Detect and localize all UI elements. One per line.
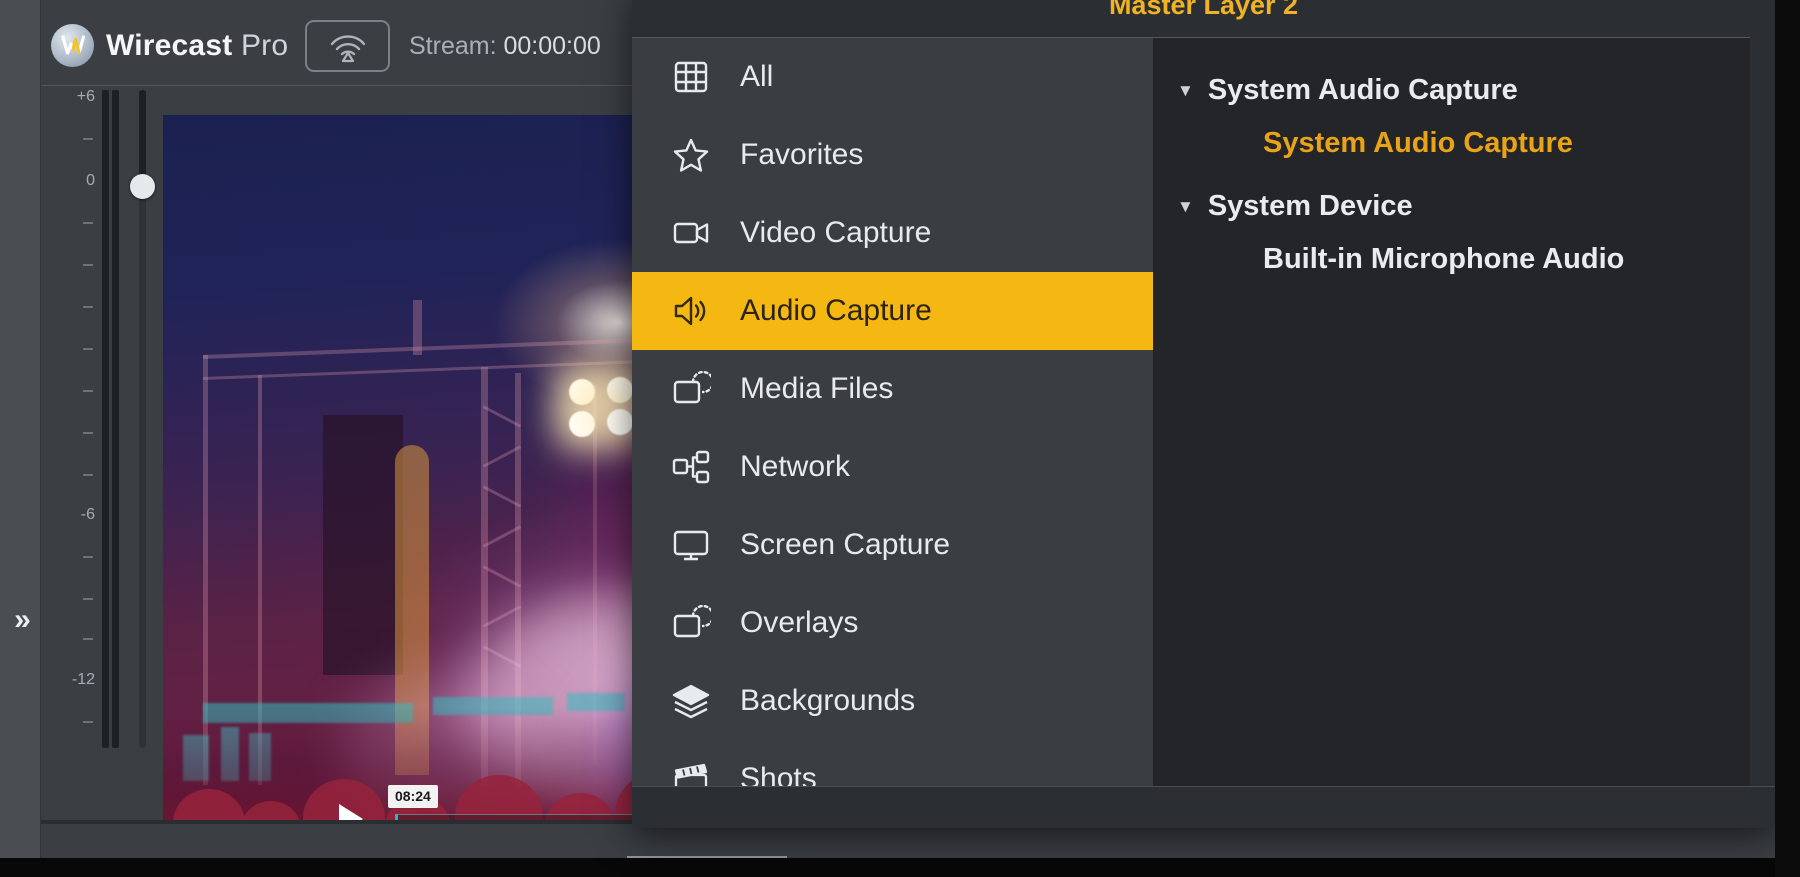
add-source-popup: Master Layer 2 All Favorites Video Capture… xyxy=(632,0,1775,828)
triangle-down-icon[interactable]: ▼ xyxy=(1177,198,1194,215)
meter-tick-mark xyxy=(83,306,93,308)
brand-edition: Pro xyxy=(240,28,289,62)
category-item-label: Screen Capture xyxy=(740,528,951,561)
meter-tick-mark xyxy=(83,638,93,640)
meter-tick-label: -12 xyxy=(71,671,95,688)
media-file-icon xyxy=(670,369,712,409)
category-item-overlays[interactable]: Overlays xyxy=(632,584,1153,662)
category-item-label: Media Files xyxy=(740,372,894,405)
video-camera-icon xyxy=(670,213,712,253)
category-item-favorites[interactable]: Favorites xyxy=(632,116,1153,194)
double-chevron-right-icon[interactable]: » xyxy=(4,605,38,635)
category-item-label: Overlays xyxy=(740,606,859,639)
meter-tick-mark xyxy=(83,222,93,224)
meter-tick-mark xyxy=(83,432,93,434)
meter-tick-mark xyxy=(83,264,93,266)
source-group-header[interactable]: ▼ System Audio Capture xyxy=(1153,64,1750,116)
category-item-label: Video Capture xyxy=(740,216,932,249)
category-item-media-files[interactable]: Media Files xyxy=(632,350,1153,428)
category-item-video-capture[interactable]: Video Capture xyxy=(632,194,1153,272)
stream-label: Stream: xyxy=(409,32,497,60)
source-group: ▼ System Device Built-in Microphone Audio xyxy=(1153,180,1750,286)
meter-tick-label: 0 xyxy=(86,172,95,189)
popup-title: Master Layer 2 xyxy=(1108,0,1299,20)
source-item[interactable]: Built-in Microphone Audio xyxy=(1153,232,1750,286)
layers-icon xyxy=(670,681,712,721)
shot-bin-panel xyxy=(41,824,1800,858)
meter-tick-mark xyxy=(83,598,93,600)
app-brand: Wirecast Pro xyxy=(51,24,288,67)
meter-tick-mark xyxy=(83,138,93,140)
category-item-network[interactable]: Network xyxy=(632,428,1153,506)
current-time-label: 08:24 xyxy=(388,785,438,808)
meter-level-bars xyxy=(101,90,127,748)
clapperboard-icon xyxy=(670,759,712,786)
master-audio-meter: +6 0 -6 -12 xyxy=(43,86,183,766)
star-icon xyxy=(670,135,712,175)
category-item-label: Backgrounds xyxy=(740,684,916,717)
popup-footer xyxy=(632,786,1775,828)
broadcast-wifi-icon[interactable] xyxy=(305,20,390,72)
meter-tick-mark xyxy=(83,556,93,558)
category-item-label: Shots xyxy=(740,762,817,787)
stream-time-value: 00:00:00 xyxy=(503,32,601,60)
monitor-icon xyxy=(670,525,712,565)
brand-name: Wirecast xyxy=(106,28,233,62)
source-group-name: System Audio Capture xyxy=(1207,73,1518,106)
category-item-screen-capture[interactable]: Screen Capture xyxy=(632,506,1153,584)
grid-icon xyxy=(670,57,712,97)
source-group-name: System Device xyxy=(1207,189,1413,222)
meter-bar-left xyxy=(102,90,109,748)
app-title: Wirecast Pro xyxy=(106,29,288,63)
network-nodes-icon xyxy=(670,447,712,487)
source-group: ▼ System Audio Capture System Audio Captur… xyxy=(1153,64,1750,170)
category-item-shots[interactable]: Shots xyxy=(632,740,1153,786)
meter-tick-label: -6 xyxy=(80,506,95,523)
source-item[interactable]: System Audio Capture xyxy=(1153,116,1750,170)
speaker-icon xyxy=(670,291,712,331)
category-item-label: Audio Capture xyxy=(740,294,932,327)
source-category-list: All Favorites Video Capture Audio Capture Me… xyxy=(632,38,1153,786)
meter-scale: +6 0 -6 -12 xyxy=(43,86,101,746)
category-item-audio-capture[interactable]: Audio Capture xyxy=(632,272,1153,350)
right-letterbox xyxy=(1775,0,1800,877)
meter-tick-mark xyxy=(83,390,93,392)
triangle-down-icon[interactable]: ▼ xyxy=(1177,82,1194,99)
overlay-icon xyxy=(670,603,712,643)
meter-tick-label: +6 xyxy=(76,88,95,105)
category-item-label: All xyxy=(740,60,774,93)
source-tree-pane: ▼ System Audio Capture System Audio Captur… xyxy=(1153,38,1750,786)
screen-root: » Wirecast Pro Stream: 00:00:00 +6 0 -6 … xyxy=(0,0,1800,877)
stream-timer: Stream: 00:00:00 xyxy=(409,32,601,61)
wirecast-w-logo xyxy=(51,24,94,67)
bottom-letterbox xyxy=(0,858,1800,877)
meter-tick-mark xyxy=(83,348,93,350)
meter-bar-right xyxy=(112,90,119,748)
category-item-label: Favorites xyxy=(740,138,864,171)
category-item-label: Network xyxy=(740,450,851,483)
volume-fader-knob[interactable] xyxy=(130,174,155,199)
source-group-header[interactable]: ▼ System Device xyxy=(1153,180,1750,232)
category-item-backgrounds[interactable]: Backgrounds xyxy=(632,662,1153,740)
popup-right-edge xyxy=(1750,0,1775,828)
left-rail: » xyxy=(0,0,41,858)
category-item-all[interactable]: All xyxy=(632,38,1153,116)
meter-tick-mark xyxy=(83,474,93,476)
meter-tick-mark xyxy=(83,721,93,723)
